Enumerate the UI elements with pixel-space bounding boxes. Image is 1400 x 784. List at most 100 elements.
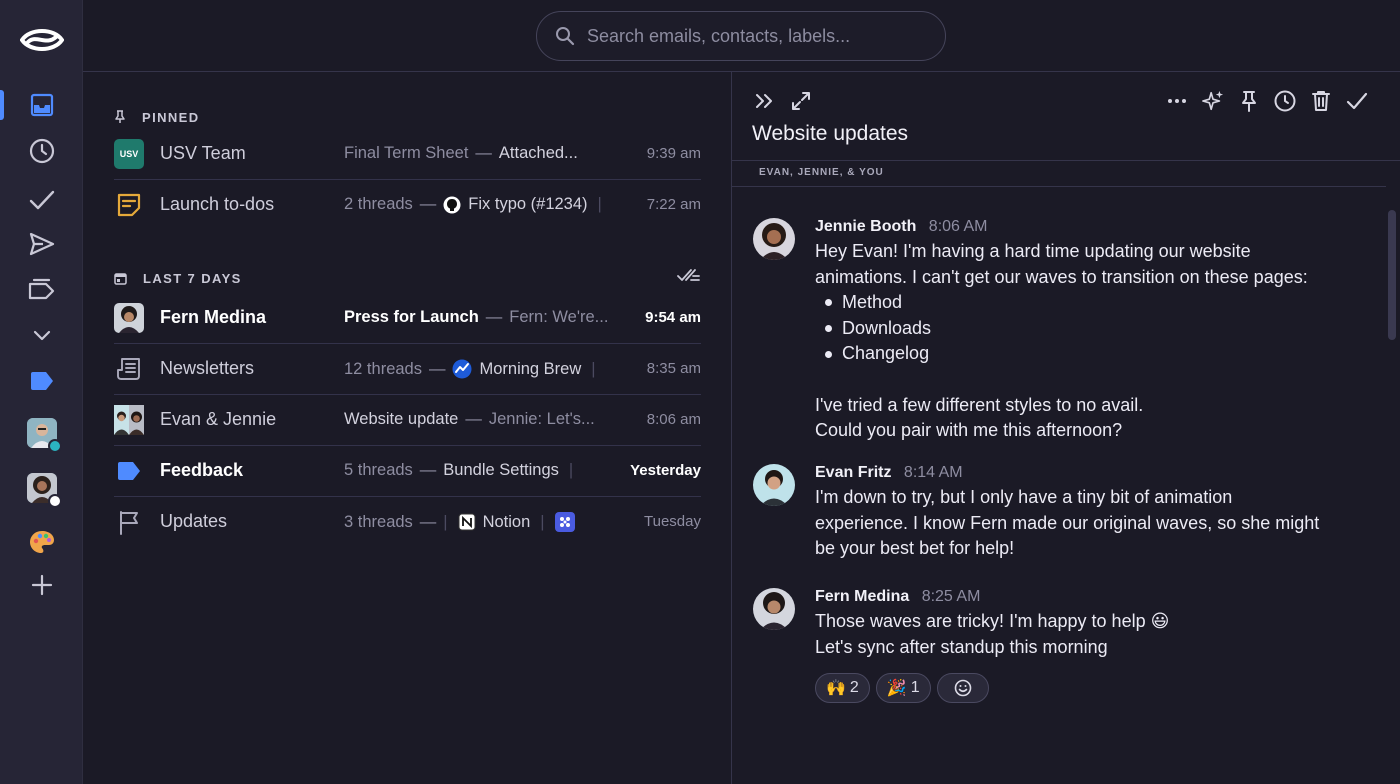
expand-icon <box>792 92 810 110</box>
label-tag-icon <box>118 462 140 480</box>
trash-icon <box>1312 91 1330 111</box>
recent-section-header: LAST 7 DAYS <box>114 268 701 288</box>
thread-time: 9:39 am <box>646 145 701 162</box>
pin-button[interactable] <box>1238 90 1260 112</box>
section-title: PINNED <box>142 109 200 125</box>
list-item[interactable]: USV USV Team Final Term Sheet — Attached… <box>114 129 701 180</box>
pin-icon <box>115 110 125 123</box>
message-body: Those waves are tricky! I'm happy to hel… <box>815 609 1345 660</box>
smile-icon <box>954 679 971 697</box>
snooze-button[interactable] <box>1274 90 1296 112</box>
more-button[interactable] <box>1166 90 1188 112</box>
app-icon <box>554 512 575 532</box>
usv-logo: USV <box>114 139 144 169</box>
thread-chip-text: Fix typo (#1234) <box>468 195 588 213</box>
thread-count: 5 threads <box>344 461 413 479</box>
label-tag-icon <box>30 372 53 390</box>
message-body: Hey Evan! I'm having a hard time updatin… <box>815 239 1345 444</box>
expand-button[interactable] <box>790 90 812 112</box>
avatar <box>114 303 144 333</box>
sidebar-item-inbox[interactable] <box>0 85 83 125</box>
message-line: I've tried a few different styles to no … <box>815 394 1144 415</box>
sidebar-item-snoozed[interactable] <box>0 131 83 171</box>
mark-all-done-button[interactable] <box>677 266 701 287</box>
message-header: Fern Medina 8:25 AM <box>815 588 980 606</box>
list-item[interactable]: Updates 3 threads — | Notion | Tuesday <box>114 497 701 548</box>
thread-name: Launch to-dos <box>160 194 275 214</box>
list-item[interactable]: Fern Medina Press for Launch — Fern: We'… <box>114 293 701 344</box>
message-time: 8:25 AM <box>921 588 981 605</box>
list-item[interactable]: Newsletters 12 threads — Morning Brew | … <box>114 344 701 395</box>
divider <box>732 160 1400 161</box>
clock-icon <box>1274 90 1296 112</box>
newsletter-icon-wrap <box>114 354 144 384</box>
thread-snippet: Jennie: Let's... <box>488 410 595 428</box>
notion-icon <box>458 513 476 531</box>
avatar: USV <box>114 139 144 169</box>
inbox-icon <box>30 93 53 117</box>
sidebar-item-sent[interactable] <box>0 224 83 264</box>
app-logo[interactable] <box>0 20 83 60</box>
delete-button[interactable] <box>1310 90 1332 112</box>
check-icon <box>1346 92 1368 110</box>
morning-brew-icon <box>452 359 472 379</box>
message-line: Those waves are tricky! I'm happy to hel… <box>815 611 1170 631</box>
avatar <box>753 464 795 506</box>
add-account-button[interactable] <box>0 565 83 605</box>
sidebar-item-themes[interactable] <box>0 522 83 562</box>
divider <box>732 186 1386 187</box>
thread-subject: Press for Launch <box>344 308 479 326</box>
clock-icon <box>29 138 54 164</box>
message-body: I'm down to try, but I only have a tiny … <box>815 485 1345 562</box>
bullet-list: Method Downloads Changelog <box>825 290 1345 367</box>
thread-preview: Final Term Sheet — Attached... <box>344 144 578 162</box>
sidebar-item-done[interactable] <box>0 180 83 220</box>
status-dot <box>47 439 62 453</box>
message-line: experience. I know Fern made our origina… <box>815 512 1320 533</box>
sidebar-rail <box>0 0 83 784</box>
sidebar-item-more[interactable] <box>0 315 83 355</box>
thread-name: Feedback <box>160 460 244 480</box>
thread-list: PINNED USV USV Team Final Term Sheet — A… <box>83 72 731 784</box>
flag-icon <box>120 511 138 535</box>
message-line: Let's sync after standup this morning <box>815 636 1108 657</box>
thread-snippet: Attached... <box>498 144 578 162</box>
avatar <box>26 473 62 508</box>
thread-name: USV Team <box>160 143 246 163</box>
thread-detail: Website updates EVAN, JENNIE, & YOU Jenn… <box>732 72 1400 784</box>
more-icon <box>1168 99 1186 103</box>
search-input[interactable]: Search emails, contacts, labels... <box>536 11 946 61</box>
github-icon <box>443 196 461 214</box>
account-avatar-1[interactable] <box>0 413 83 453</box>
account-avatar-2[interactable] <box>0 468 83 508</box>
check-icon <box>29 190 54 210</box>
avatar-pair <box>114 405 144 435</box>
double-chevron-right-icon <box>756 94 772 108</box>
reactions: 🙌 2 🎉 1 <box>815 673 989 703</box>
collapse-button[interactable] <box>754 90 776 112</box>
avatar <box>753 588 795 630</box>
avatar <box>26 418 62 453</box>
thread-subject: Final Term Sheet <box>344 144 469 162</box>
section-title: LAST 7 DAYS <box>143 270 242 286</box>
list-item[interactable]: Launch to-dos 2 threads — Fix typo (#123… <box>114 180 701 231</box>
thread-preview: Press for Launch — Fern: We're... <box>344 308 609 326</box>
message-time: 8:14 AM <box>903 464 963 481</box>
thread-preview: 2 threads — Fix typo (#1234) | <box>344 195 602 214</box>
scrollbar[interactable] <box>1388 210 1396 340</box>
add-reaction-button[interactable] <box>936 673 989 703</box>
sidebar-item-labels[interactable] <box>0 270 83 310</box>
reaction-party[interactable]: 🎉 1 <box>875 673 931 703</box>
sidebar-item-label-feedback[interactable] <box>0 361 83 401</box>
thread-count: 2 threads <box>344 195 413 213</box>
thread-snippet: Fern: We're... <box>509 308 609 326</box>
done-button[interactable] <box>1346 90 1368 112</box>
reaction-raised-hands[interactable]: 🙌 2 <box>815 673 870 703</box>
list-item[interactable]: Evan & Jennie Website update — Jennie: L… <box>114 395 701 446</box>
list-item[interactable]: Feedback 5 threads — Bundle Settings | Y… <box>114 446 701 497</box>
message-header: Evan Fritz 8:14 AM <box>815 464 963 482</box>
thread-name: Fern Medina <box>160 307 267 327</box>
thread-count: 3 threads <box>344 512 413 531</box>
ai-button[interactable] <box>1202 90 1224 112</box>
thread-chip-text: Bundle Settings <box>443 461 559 479</box>
